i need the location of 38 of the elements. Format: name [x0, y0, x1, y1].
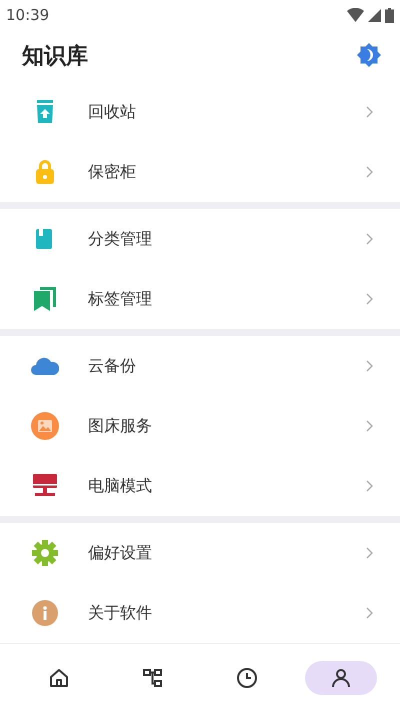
menu-item[interactable]: 电脑模式	[88, 476, 366, 496]
chevron-icon	[366, 166, 373, 178]
image-icon	[31, 412, 59, 440]
menu-item[interactable]: 云备份	[88, 356, 366, 376]
battery-icon	[385, 8, 394, 22]
bookmark-icon	[34, 287, 56, 311]
cloud-icon	[31, 358, 59, 375]
chevron-icon	[366, 294, 373, 304]
chevron-icon	[366, 420, 373, 432]
menu-item[interactable]: 标签管理	[88, 288, 366, 310]
chevron-icon	[366, 234, 373, 244]
chevron-icon	[366, 480, 373, 492]
home-icon	[50, 668, 68, 686]
chevron-icon	[366, 106, 373, 118]
trash-icon	[37, 100, 53, 123]
wifi-icon	[347, 8, 364, 22]
chevron-icon	[366, 360, 373, 372]
menu-item[interactable]: 回收站	[88, 102, 366, 122]
menu-item[interactable]: 图床服务	[88, 416, 366, 436]
menu-item[interactable]: 保密柜	[88, 162, 366, 182]
menu-item[interactable]: 关于软件	[88, 602, 366, 624]
signal-icon	[368, 8, 381, 22]
chevron-icon	[366, 608, 373, 618]
page-title: 知识库	[22, 42, 88, 71]
status-time: 10:39	[6, 6, 50, 24]
info-icon	[32, 600, 58, 626]
menu-item[interactable]: 偏好设置	[88, 542, 366, 564]
hierarchy-icon	[143, 668, 162, 686]
clock-icon	[237, 668, 257, 688]
book-icon	[36, 229, 52, 249]
chevron-icon	[366, 548, 373, 558]
theme-toggle-icon[interactable]	[357, 43, 381, 67]
person-tab[interactable]	[305, 660, 377, 694]
gear-icon	[32, 540, 58, 566]
menu-item[interactable]: 分类管理	[88, 228, 366, 250]
padlock-icon	[36, 160, 54, 184]
monitor-icon	[33, 474, 57, 496]
person-icon	[332, 668, 350, 687]
